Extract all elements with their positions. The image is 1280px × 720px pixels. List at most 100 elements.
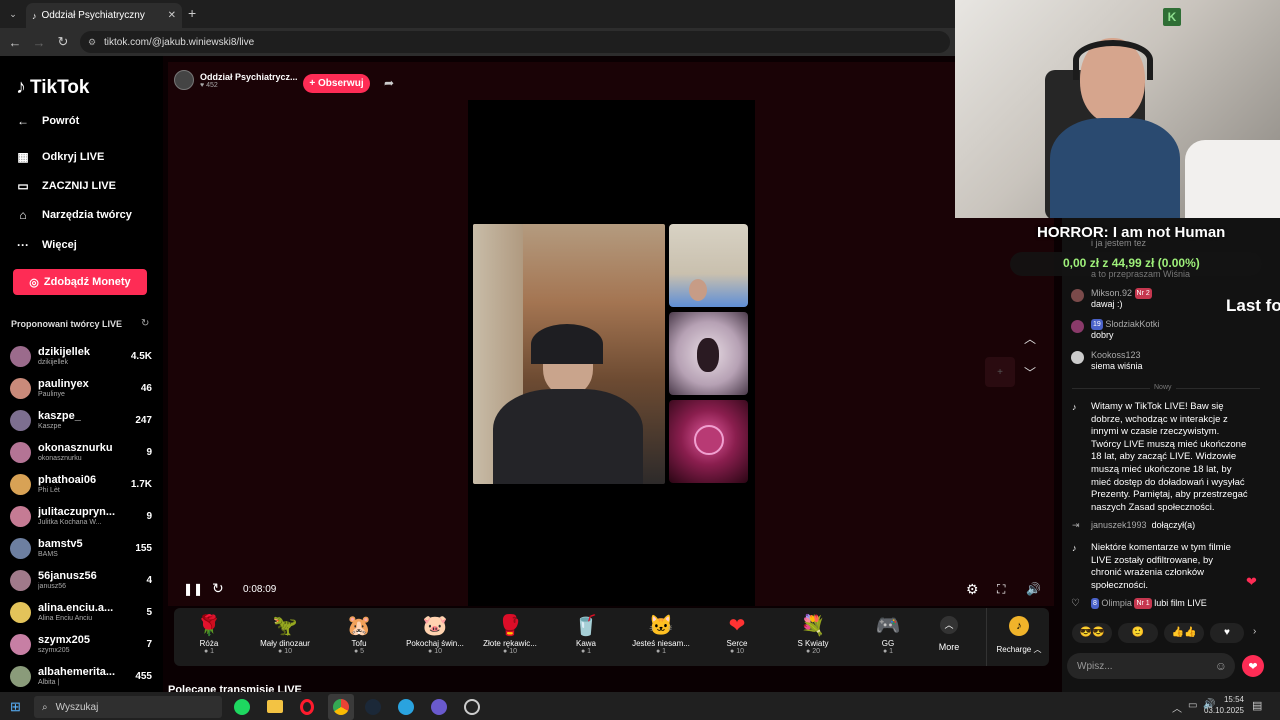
gift-item[interactable]: 🐱 Jesteś niesam... ● 1 [626, 613, 696, 655]
creator-item[interactable]: szymx205 szymx205 7 [10, 629, 152, 659]
reaction-button[interactable]: 👍👍 [1164, 623, 1204, 643]
settings-icon[interactable]: ⚙ [966, 581, 979, 598]
gift-item[interactable]: 🌹 Róża ● 1 [174, 613, 244, 655]
chevron-right-icon[interactable]: › [1253, 626, 1256, 637]
gift-item[interactable]: 💐 S Kwiaty ● 20 [778, 613, 848, 655]
guest-video-tile[interactable] [669, 224, 748, 307]
host-info[interactable]: Oddział Psychiatrycz... ♥ 452 [174, 70, 298, 90]
chat-username[interactable]: Olimpia [1101, 598, 1132, 608]
gift-item[interactable]: 🐷 Pokochaj świn... ● 10 [400, 613, 470, 655]
guest-video-tile[interactable] [669, 312, 748, 395]
spotify-icon[interactable] [234, 699, 250, 715]
host-name[interactable]: Oddział Psychiatrycz... [200, 72, 298, 82]
plus-icon[interactable]: + [985, 357, 1015, 387]
chat-message[interactable]: Kookoss123 siema wiśnia [1091, 350, 1241, 372]
taskbar-search[interactable]: ⌕ Wyszukaj [34, 696, 222, 718]
creator-item[interactable]: bamstv5 BAMS 155 [10, 533, 152, 563]
gift-item[interactable]: 🎮 GG ● 1 [853, 613, 923, 655]
gift-item[interactable]: 🦖 Mały dinozaur ● 10 [250, 613, 320, 655]
wifi-icon[interactable]: ▭ [1188, 700, 1197, 711]
emoji-icon[interactable]: ☺ [1215, 659, 1227, 673]
creator-item[interactable]: okonasznurku okonasznurku 9 [10, 437, 152, 467]
file-explorer-icon[interactable] [267, 700, 283, 713]
sidebar-item-start-live[interactable]: ▭ ZACZNIJ LIVE [16, 179, 116, 193]
main-video-feed[interactable] [473, 224, 665, 484]
creator-item[interactable]: albahemerita... Albita | 455 [10, 661, 152, 691]
opera-icon[interactable] [300, 699, 314, 715]
chat-input[interactable]: Wpisz... ☺ [1067, 653, 1235, 679]
creator-subtitle: Alina Enciu Anciu [38, 614, 93, 622]
tiktok-logo[interactable]: ♪ TikTok [16, 76, 89, 99]
app-icon[interactable] [431, 699, 447, 715]
gift-bar: 🌹 Róża ● 1 🦖 Mały dinozaur ● 10 🐹 Tofu ● 5 🐷 Po… [174, 608, 1049, 666]
chrome-taskbar-active[interactable] [328, 694, 354, 720]
gift-name: Złote rękawic... [483, 639, 537, 648]
pause-icon[interactable]: ❚❚ [183, 582, 203, 596]
chat-username[interactable]: Mikson.92 [1091, 288, 1132, 298]
gift-icon: 🐷 [422, 615, 448, 637]
chevron-down-icon[interactable]: ﹀ [1024, 364, 1036, 381]
taskbar-clock[interactable]: 15:54 03.10.2025 [1200, 694, 1244, 716]
notification-icon[interactable]: ▤ [1252, 699, 1262, 712]
get-coins-button[interactable]: ◎ Zdobądź Monety [13, 269, 147, 295]
tray-chevron-icon[interactable]: ︿ [1172, 700, 1182, 715]
chat-username[interactable]: januszek1993 [1091, 520, 1147, 530]
creator-name: albahemerita... [38, 665, 116, 678]
gift-item[interactable]: 🥊 Złote rękawic... ● 10 [475, 613, 545, 655]
volume-icon[interactable]: 🔊 [1026, 582, 1041, 596]
creator-item[interactable]: paulinyex Paulinye 46 [10, 373, 152, 403]
sidebar-item-discover-live[interactable]: ▦ Odkryj LIVE [16, 150, 104, 164]
gift-icon: 💐 [800, 615, 826, 637]
chat-message[interactable]: Mikson.92 Nr 2 dawaj :) [1091, 288, 1221, 310]
tab-list-icon[interactable]: ⌄ [4, 5, 22, 23]
back-link[interactable]: ← Powrót [16, 114, 79, 128]
tab-close-icon[interactable]: ✕ [168, 10, 176, 21]
host-avatar[interactable] [174, 70, 194, 90]
gift-item[interactable]: 🐹 Tofu ● 5 [324, 613, 394, 655]
reaction-button[interactable]: 🙂 [1118, 623, 1158, 643]
floating-heart-icon: ❤ [1246, 574, 1257, 589]
sidebar-item-creator-tools[interactable]: ⌂ Narzędzia twórcy [16, 208, 132, 222]
chevron-up-icon: ︿ [940, 616, 958, 634]
creator-name: phathoai06 [38, 473, 97, 486]
browser-tab[interactable]: ♪ Oddział Psychiatryczny ✕ [26, 3, 182, 28]
chat-username[interactable]: Kookoss123 [1091, 350, 1141, 360]
reaction-button[interactable]: 😎😎 [1072, 623, 1112, 643]
new-tab-button[interactable]: + [188, 5, 196, 21]
gift-item[interactable]: 🥤 Kawa ● 1 [551, 613, 621, 655]
chevron-up-icon[interactable]: ︿ [1024, 330, 1036, 347]
fullscreen-icon[interactable]: ⛶ [997, 582, 1005, 597]
like-heart-button[interactable]: ❤ [1242, 655, 1264, 677]
viewer-count: 5 [146, 606, 152, 618]
recharge-button[interactable]: ♪ Recharge ︿ [992, 616, 1046, 655]
follow-button[interactable]: + Obserwuj [303, 74, 370, 93]
refresh-icon[interactable]: ↻ [141, 318, 149, 329]
share-icon[interactable]: ➦ [384, 76, 394, 90]
creator-subtitle: Kaszpe [38, 422, 62, 430]
reload-icon[interactable]: ↻ [52, 31, 74, 53]
creator-item[interactable]: 56janusz56 janusz56 4 [10, 565, 152, 595]
sidebar-item-more[interactable]: ··· Więcej [16, 238, 77, 252]
site-info-icon[interactable]: ⚙ [88, 37, 96, 48]
steam-icon[interactable] [365, 699, 381, 715]
creator-item[interactable]: kaszpe_ Kaszpe 247 [10, 405, 152, 435]
chat-username[interactable]: SlodziakKotki [1105, 319, 1159, 329]
more-gifts-button[interactable]: ︿ More [929, 616, 969, 652]
chat-message[interactable]: 19 SlodziakKotki dobry [1091, 319, 1241, 341]
url-input[interactable]: ⚙ tiktok.com/@jakub.winiewski8/live [80, 31, 950, 53]
creator-item[interactable]: julitaczupryn... Julitka Kochana W... 9 [10, 501, 152, 531]
creator-item[interactable]: alina.enciu.a... Alina Enciu Anciu 5 [10, 597, 152, 627]
creator-name: bamstv5 [38, 537, 83, 550]
forward-arrow-icon[interactable]: → [28, 31, 50, 53]
obs-icon[interactable] [464, 699, 480, 715]
reaction-button[interactable]: ♥ [1210, 623, 1244, 643]
guest-avatar-tile[interactable] [669, 400, 748, 483]
gift-item[interactable]: ❤ Serce ● 10 [702, 613, 772, 655]
gift-icon: 🌹 [196, 615, 222, 637]
telegram-icon[interactable] [398, 699, 414, 715]
creator-item[interactable]: phathoai06 Phi Lèt 1.7K [10, 469, 152, 499]
creator-item[interactable]: dzikijellek dzikijellek 4.5K [10, 341, 152, 371]
back-arrow-icon[interactable]: ← [4, 31, 26, 53]
windows-start-icon[interactable]: ⊞ [10, 699, 21, 715]
refresh-icon[interactable]: ↻ [212, 580, 224, 597]
